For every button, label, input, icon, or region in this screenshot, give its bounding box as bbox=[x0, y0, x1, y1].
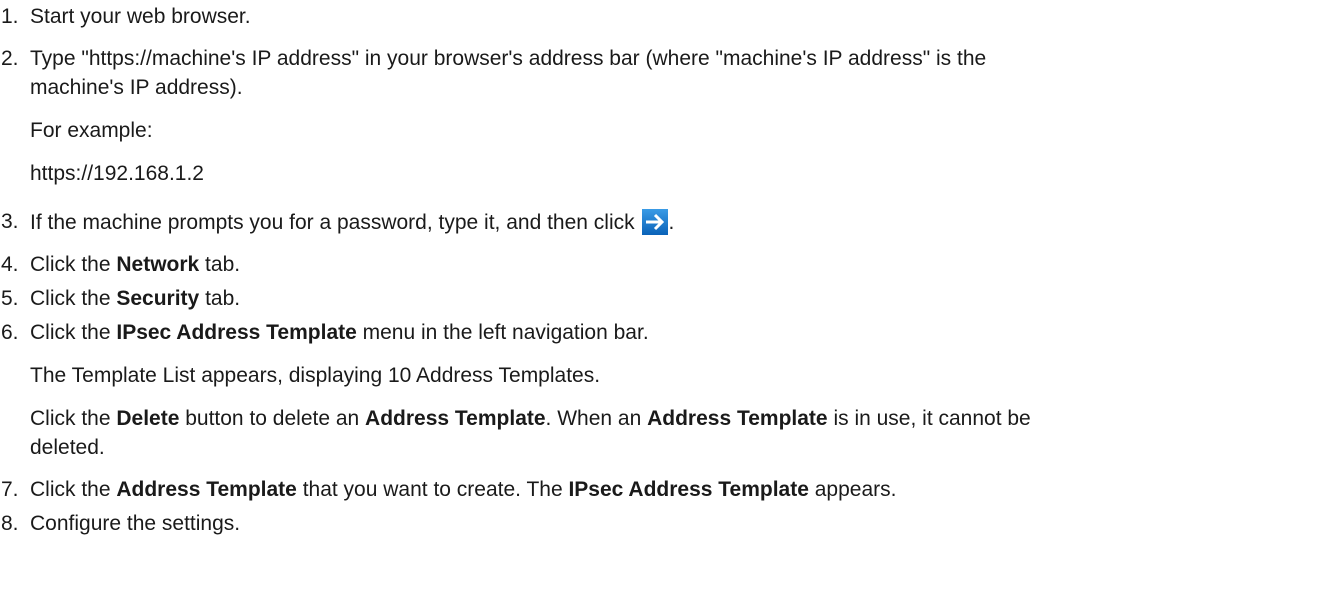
text-run: Click the bbox=[30, 407, 117, 430]
text-run: . When an bbox=[545, 407, 648, 430]
ui-term-network: Network bbox=[116, 253, 200, 276]
step-number: 6. bbox=[1, 321, 19, 344]
step-number: 1. bbox=[1, 5, 19, 28]
step-text-line-2: machine's IP address). bbox=[30, 76, 243, 99]
text-run: button to delete an bbox=[179, 407, 366, 430]
step-7: 7. Click the Address Template that you w… bbox=[0, 477, 1323, 503]
text-run: Click the bbox=[30, 253, 117, 276]
ui-term-ipsec-address-template: IPsec Address Template bbox=[568, 478, 809, 501]
ui-term-address-template: Address Template bbox=[116, 478, 297, 501]
text-run: Click the bbox=[30, 478, 117, 501]
step-text: Click the Network tab. bbox=[30, 252, 1323, 278]
text-run: appears. bbox=[808, 478, 897, 501]
ui-term-address-template: Address Template bbox=[365, 407, 546, 430]
step-text: Click the Security tab. bbox=[30, 286, 1323, 312]
step-text-period: . bbox=[668, 211, 675, 234]
step-1: 1. Start your web browser. bbox=[0, 4, 1323, 30]
step-delete-note: Click the Delete button to delete an Add… bbox=[30, 406, 1323, 432]
step-6: 6. Click the IPsec Address Template menu… bbox=[0, 320, 1323, 461]
text-run: Click the bbox=[30, 287, 117, 310]
step-text: Configure the settings. bbox=[30, 512, 241, 535]
step-delete-note-line-2: deleted. bbox=[30, 436, 105, 459]
step-text-line-1: Type "https://machine's IP address" in y… bbox=[30, 47, 987, 70]
example-url: https://192.168.1.2 bbox=[30, 162, 204, 185]
step-text: If the machine prompts you for a passwor… bbox=[30, 209, 1323, 236]
step-note: The Template List appears, displaying 10… bbox=[30, 364, 601, 387]
step-number: 5. bbox=[1, 287, 19, 310]
step-number: 2. bbox=[1, 47, 19, 70]
step-2: 2. Type "https://machine's IP address" i… bbox=[0, 46, 1323, 187]
step-text: Click the IPsec Address Template menu in… bbox=[30, 320, 1323, 346]
step-text: Start your web browser. bbox=[30, 5, 251, 28]
text-run: is in use, it cannot be bbox=[827, 407, 1031, 430]
step-4: 4. Click the Network tab. bbox=[0, 252, 1323, 278]
step-number: 8. bbox=[1, 512, 19, 535]
text-run: that you want to create. The bbox=[296, 478, 569, 501]
step-3: 3. If the machine prompts you for a pass… bbox=[0, 209, 1323, 236]
step-number: 7. bbox=[1, 478, 19, 501]
step-number: 3. bbox=[1, 210, 19, 233]
text-run: Click the bbox=[30, 321, 117, 344]
ui-term-ipsec-address-template: IPsec Address Template bbox=[116, 321, 357, 344]
step-number: 4. bbox=[1, 253, 19, 276]
text-run: tab. bbox=[199, 253, 241, 276]
example-label: For example: bbox=[30, 119, 153, 142]
ui-term-security: Security bbox=[116, 287, 200, 310]
text-run: tab. bbox=[199, 287, 241, 310]
arrow-right-icon bbox=[642, 209, 669, 235]
text-run: menu in the left navigation bar. bbox=[356, 321, 649, 344]
step-text: Click the Address Template that you want… bbox=[30, 477, 1323, 503]
step-5: 5. Click the Security tab. bbox=[0, 286, 1323, 312]
step-text-main: If the machine prompts you for a passwor… bbox=[30, 211, 635, 234]
step-8: 8. Configure the settings. bbox=[0, 511, 1323, 537]
instruction-steps: 1. Start your web browser. 2. Type "http… bbox=[0, 0, 1323, 535]
ui-term-delete: Delete bbox=[116, 407, 180, 430]
ui-term-address-template: Address Template bbox=[647, 407, 828, 430]
